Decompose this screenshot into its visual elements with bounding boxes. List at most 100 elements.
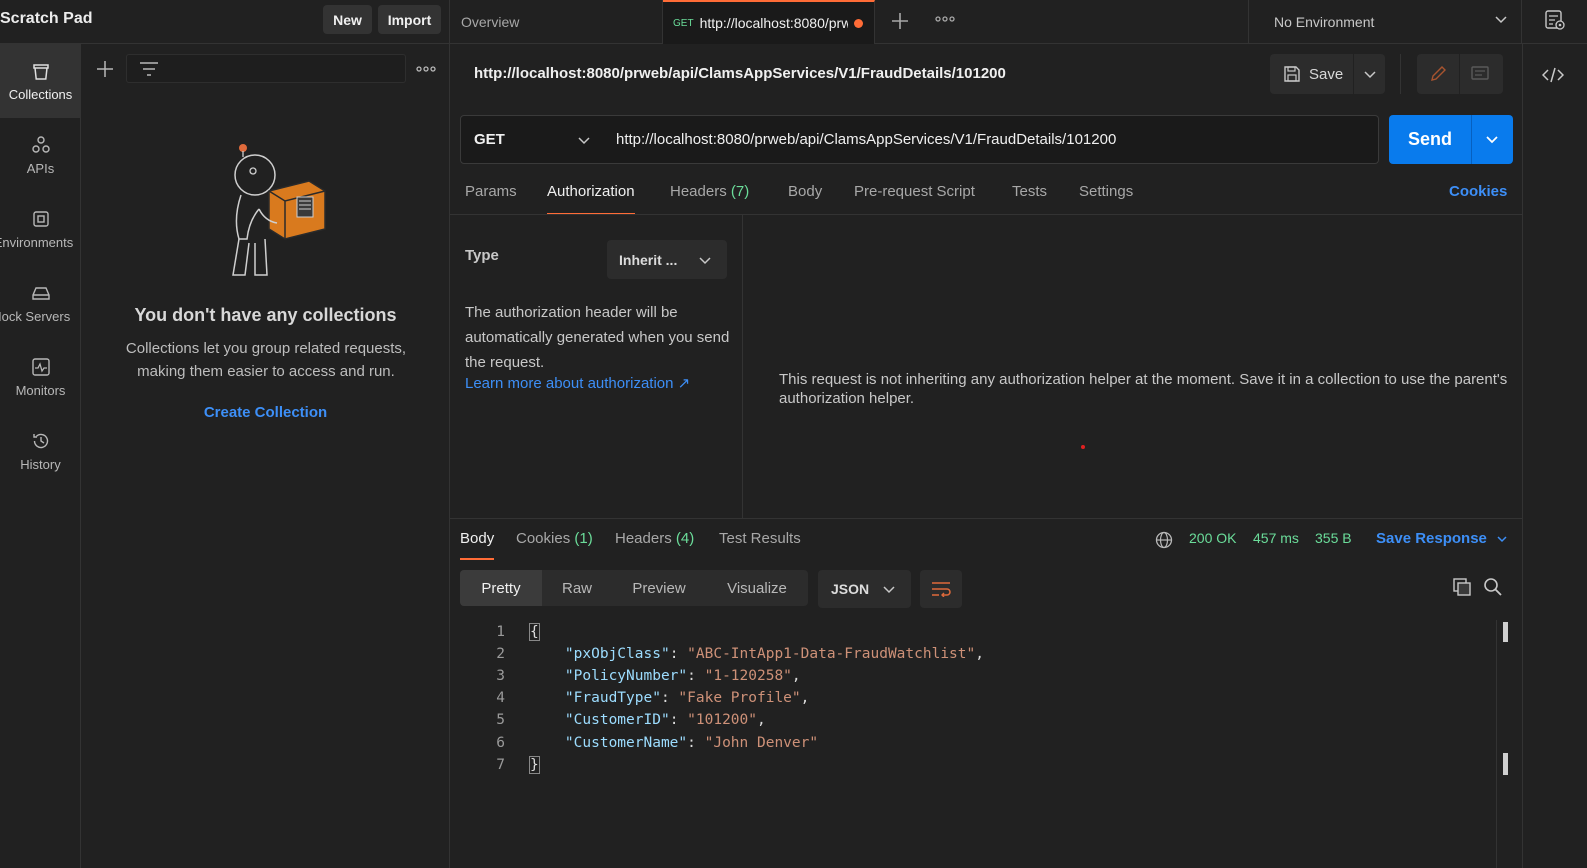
sidebar-item-collections[interactable]: Collections — [0, 44, 81, 118]
auth-type-label: Type — [465, 247, 499, 264]
response-tab-headers[interactable]: Headers (4) — [615, 530, 694, 560]
left-nav: Collections APIs Environments Mock Serve… — [0, 44, 81, 868]
code-line: 6 "CustomerName": "John Denver" — [460, 732, 818, 754]
response-tab-body[interactable]: Body — [460, 530, 495, 560]
environment-quick-look-icon[interactable] — [1544, 9, 1566, 31]
sidebar-item-environments[interactable]: Environments — [0, 192, 81, 266]
scrollbar-marker[interactable] — [1503, 622, 1508, 642]
code-line: 3 "PolicyNumber": "1-120258", — [460, 665, 801, 687]
add-collection-plus-icon[interactable] — [96, 60, 114, 78]
auth-type-select[interactable]: Inherit ... — [607, 240, 727, 279]
workspace-title: Scratch Pad — [0, 10, 93, 27]
create-collection-link[interactable]: Create Collection — [81, 404, 450, 421]
collections-more-icon[interactable] — [416, 64, 436, 74]
response-body-code[interactable]: 1{ 2 "pxObjClass": "ABC-IntApp1-Data-Fra… — [460, 620, 1500, 868]
sidebar-item-mock-servers[interactable]: Mock Servers — [0, 266, 81, 340]
save-disk-icon — [1283, 65, 1301, 83]
response-tab-cookies-label: Cookies — [516, 530, 571, 547]
line-number: 4 — [496, 690, 505, 706]
send-options-chevron-icon[interactable] — [1485, 132, 1499, 146]
response-status[interactable]: 200 OK — [1189, 530, 1236, 546]
save-response-button[interactable]: Save Response — [1376, 530, 1508, 547]
tab-headers[interactable]: Headers (7) — [670, 183, 749, 215]
sidebar-item-label: Environments — [0, 234, 74, 250]
response-size[interactable]: 355 B — [1315, 530, 1352, 546]
tab-authorization[interactable]: Authorization — [547, 183, 635, 215]
tab-settings[interactable]: Settings — [1079, 183, 1133, 215]
code-line: 5 "CustomerID": "101200", — [460, 709, 765, 731]
view-pretty[interactable]: Pretty — [460, 570, 542, 606]
tab-tests[interactable]: Tests — [1012, 183, 1047, 215]
sidebar-item-label: APIs — [26, 160, 55, 176]
tab-body[interactable]: Body — [788, 183, 822, 215]
save-options-chevron-icon[interactable] — [1363, 67, 1377, 81]
collections-search-input[interactable] — [126, 54, 406, 83]
sidebar-item-monitors[interactable]: Monitors — [0, 340, 81, 414]
tab-headers-count: (7) — [730, 183, 750, 200]
tab-prerequest-script[interactable]: Pre-request Script — [854, 183, 975, 215]
response-tab-cookies[interactable]: Cookies (1) — [516, 530, 593, 560]
new-tab-plus-icon[interactable] — [890, 11, 910, 31]
edit-pencil-icon[interactable] — [1429, 65, 1447, 83]
code-brace: } — [529, 756, 540, 774]
method-select[interactable]: GET — [460, 115, 603, 164]
code-snippet-icon[interactable] — [1542, 66, 1564, 84]
chevron-down-icon — [577, 133, 591, 147]
json-key: "FraudType" — [564, 690, 661, 706]
unsaved-dot-icon — [853, 18, 863, 28]
json-comma: , — [975, 646, 984, 662]
request-title[interactable]: http://localhost:8080/prweb/api/ClamsApp… — [474, 65, 1006, 82]
view-visualize[interactable]: Visualize — [706, 570, 808, 606]
response-view-switcher: Pretty Raw Preview Visualize — [460, 570, 808, 606]
search-icon[interactable] — [1483, 577, 1503, 597]
apis-icon — [31, 135, 51, 155]
send-button[interactable]: Send — [1389, 115, 1472, 164]
url-input[interactable] — [602, 115, 1379, 164]
view-preview[interactable]: Preview — [612, 570, 706, 606]
more-tabs-icon[interactable] — [935, 14, 955, 24]
cookies-link[interactable]: Cookies — [1449, 183, 1507, 200]
filter-icon[interactable] — [139, 61, 159, 77]
response-tab-test-results[interactable]: Test Results — [719, 530, 801, 560]
copy-icon[interactable] — [1452, 577, 1472, 597]
comment-icon[interactable] — [1470, 65, 1490, 83]
sidebar-item-history[interactable]: History — [0, 414, 81, 488]
line-number: 5 — [496, 712, 505, 728]
empty-collections-illustration-icon — [219, 139, 334, 279]
save-response-label: Save Response — [1376, 530, 1487, 547]
auth-type-value: Inherit ... — [619, 251, 678, 268]
sidebar-item-label: Monitors — [15, 382, 66, 398]
scrollbar-marker[interactable] — [1503, 753, 1508, 775]
json-key: "PolicyNumber" — [564, 668, 688, 684]
environment-selector[interactable]: No Environment — [1248, 0, 1522, 44]
response-tab-headers-count: (4) — [675, 530, 695, 547]
json-value: "101200" — [687, 712, 757, 728]
wrap-lines-button[interactable] — [920, 570, 962, 608]
learn-more-authorization-link[interactable]: Learn more about authorization ↗ — [465, 374, 690, 392]
edit-comment-group — [1417, 54, 1503, 94]
new-button[interactable]: New — [323, 5, 372, 34]
response-time[interactable]: 457 ms — [1253, 530, 1299, 546]
auth-description: The authorization header will be automat… — [465, 304, 730, 371]
method-label: GET — [474, 131, 505, 148]
import-button[interactable]: Import — [378, 5, 441, 34]
divider — [1400, 54, 1401, 94]
line-number: 2 — [496, 646, 505, 662]
save-button-group: Save — [1270, 54, 1385, 94]
json-key: "pxObjClass" — [564, 646, 670, 662]
wrap-lines-icon — [931, 581, 951, 597]
globe-icon[interactable] — [1155, 531, 1173, 549]
tab-overview[interactable]: Overview — [450, 0, 663, 44]
tab-request[interactable]: GET http://localhost:8080/prweb/api/Clam… — [663, 0, 875, 44]
save-button[interactable]: Save — [1270, 54, 1354, 94]
cursor-dot — [1081, 445, 1085, 449]
chevron-down-icon[interactable] — [1494, 12, 1508, 26]
response-tab-headers-label: Headers — [615, 530, 672, 547]
sidebar-item-apis[interactable]: APIs — [0, 118, 81, 192]
response-format-select[interactable]: JSON — [818, 570, 911, 608]
json-comma: , — [791, 668, 801, 684]
tab-params[interactable]: Params — [465, 183, 517, 215]
scrollbar-track[interactable] — [1496, 620, 1497, 868]
view-raw[interactable]: Raw — [542, 570, 612, 606]
collections-panel: You don't have any collections Collectio… — [81, 44, 450, 868]
